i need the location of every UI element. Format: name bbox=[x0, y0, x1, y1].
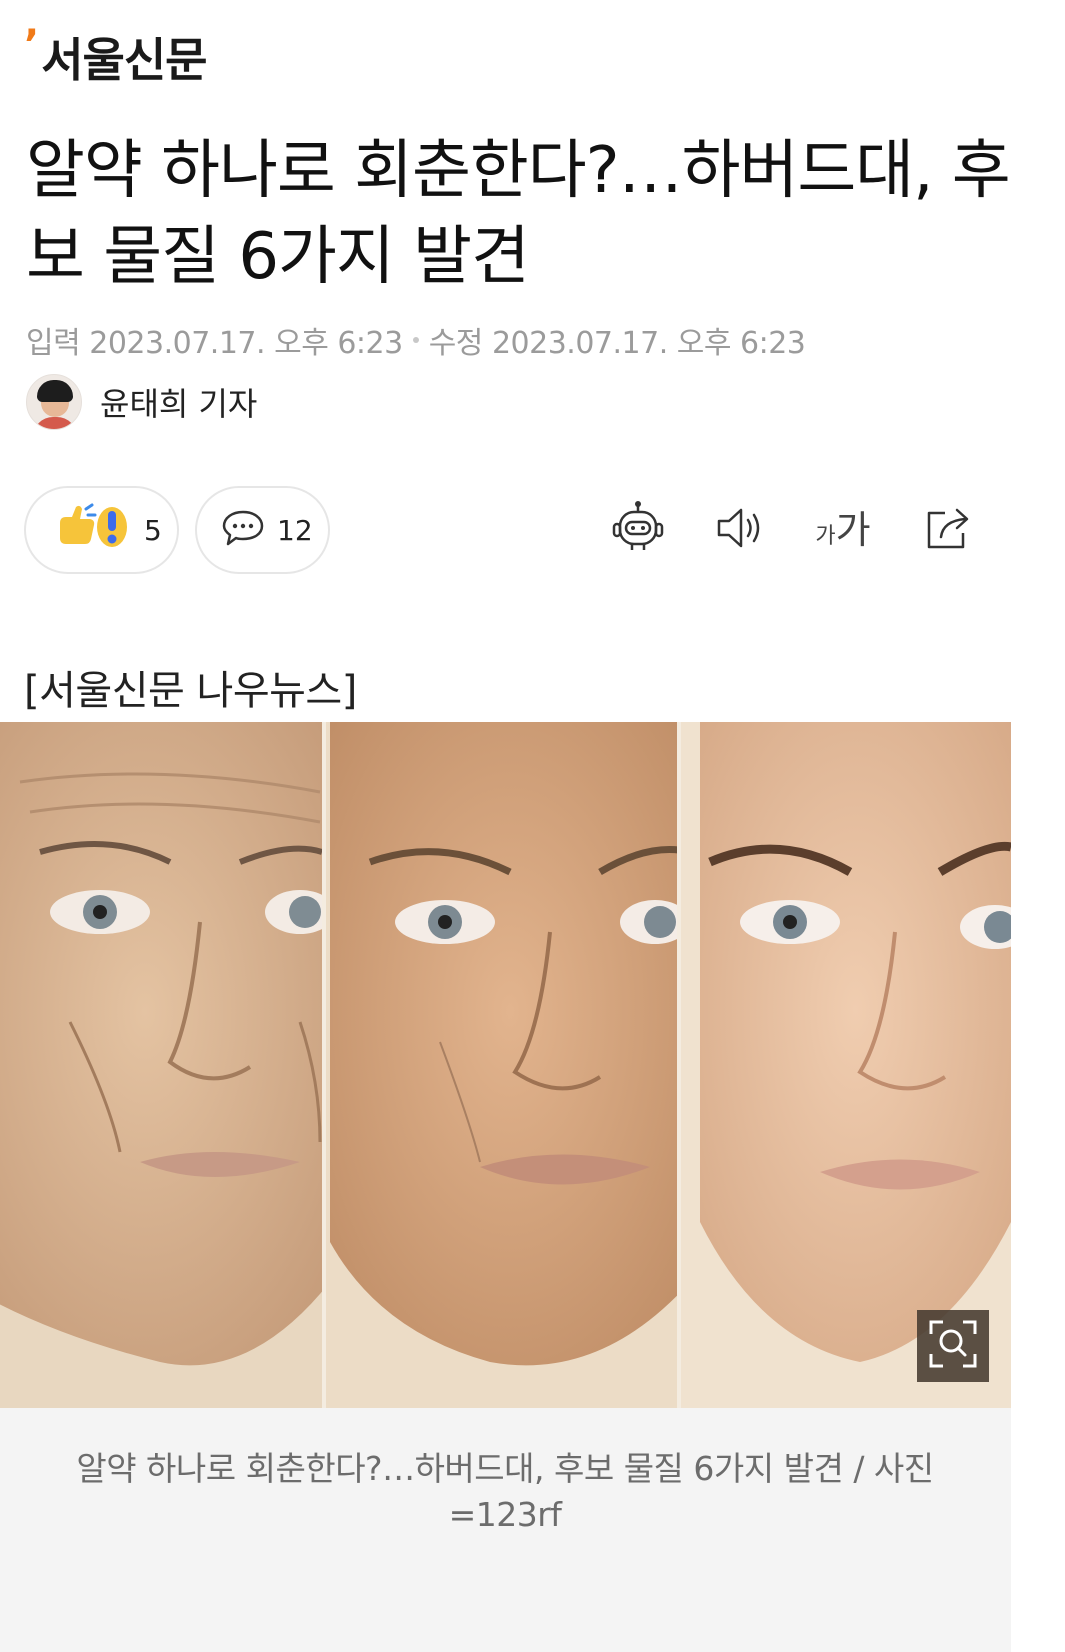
comment-count: 12 bbox=[277, 513, 313, 547]
young-face-panel bbox=[681, 722, 1011, 1408]
article-dates: 입력 2023.07.17. 오후 6:23 수정 2023.07.17. 오후… bbox=[26, 318, 806, 362]
article-title: 알약 하나로 회춘한다?…하버드대, 후보 물질 6가지 발견 bbox=[26, 134, 1011, 294]
reporter-name[interactable]: 윤태희 기자 bbox=[100, 379, 257, 425]
reaction-emoji-icon bbox=[52, 503, 132, 557]
reporter-avatar[interactable] bbox=[26, 374, 82, 430]
tts-button[interactable] bbox=[710, 500, 770, 560]
middle-face-panel bbox=[326, 722, 691, 1408]
share-button[interactable] bbox=[918, 500, 978, 560]
date-separator bbox=[412, 337, 419, 343]
font-icon-big: 가 bbox=[835, 508, 871, 552]
reporter-byline[interactable]: 윤태희 기자 bbox=[26, 374, 257, 430]
image-caption: 알약 하나로 회춘한다?…하버드대, 후보 물질 6가지 발견 / 사진=123… bbox=[76, 1449, 934, 1534]
logo-accent-mark: ’ bbox=[24, 22, 40, 68]
brand-logo[interactable]: ’ 서울신문 bbox=[24, 22, 207, 90]
share-icon bbox=[921, 503, 975, 557]
summary-button[interactable] bbox=[608, 500, 668, 560]
speaker-icon bbox=[713, 503, 767, 557]
article-photo[interactable] bbox=[0, 722, 1011, 1408]
modified-time: 2023.07.17. 오후 6:23 bbox=[491, 326, 806, 361]
old-face-panel bbox=[0, 722, 335, 1408]
article-source: [서울신문 나우뉴스] bbox=[24, 668, 357, 714]
reaction-count: 5 bbox=[144, 513, 162, 547]
font-size-button[interactable]: 가가 bbox=[810, 500, 876, 560]
modified-label: 수정 bbox=[428, 326, 484, 361]
image-zoom-button[interactable] bbox=[917, 1310, 989, 1382]
published-time: 2023.07.17. 오후 6:23 bbox=[89, 326, 403, 361]
font-icon-small: 가 bbox=[815, 524, 836, 549]
robot-icon bbox=[610, 500, 666, 560]
speech-bubble-icon bbox=[221, 508, 265, 552]
aging-faces-image bbox=[0, 722, 1011, 1408]
reaction-button[interactable]: 5 bbox=[24, 486, 179, 574]
logo-text: 서울신문 bbox=[41, 33, 207, 87]
published-label: 입력 bbox=[26, 326, 81, 361]
font-size-icon: 가가 bbox=[815, 510, 870, 550]
comment-button[interactable]: 12 bbox=[195, 486, 330, 574]
zoom-icon bbox=[927, 1318, 979, 1374]
